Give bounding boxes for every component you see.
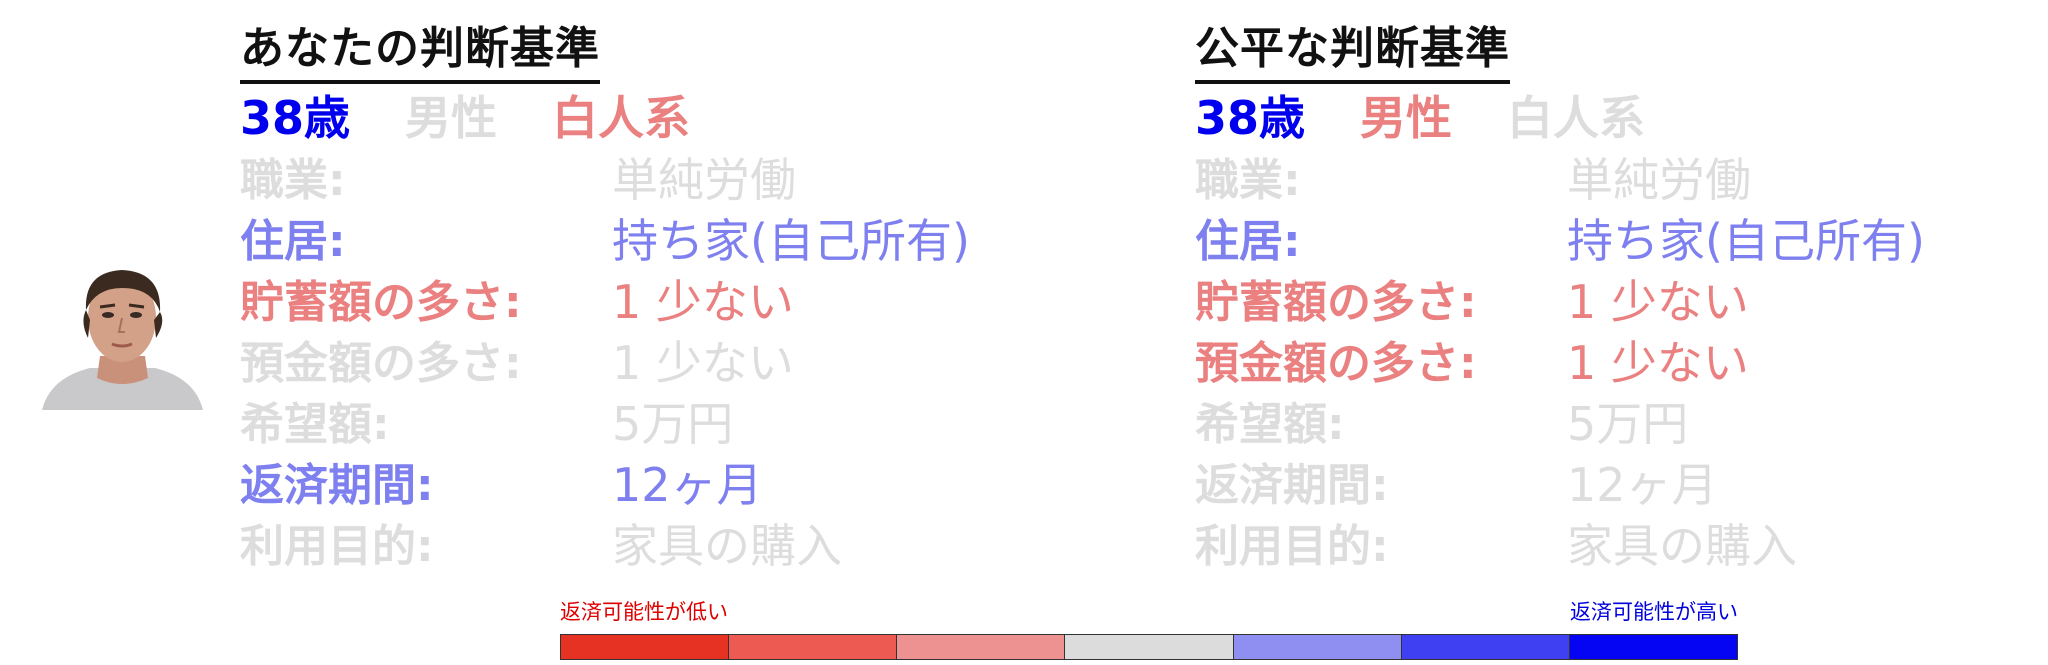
demographics: 38歳 男性 白人系	[1195, 86, 2048, 150]
attribute-value: 持ち家(自己所有)	[1567, 214, 1925, 268]
attribute-row-occupation: 職業: 単純労働	[240, 150, 1140, 211]
attribute-row-deposits: 預金額の多さ: 1 少ない	[240, 333, 1140, 394]
portrait-illustration	[42, 270, 203, 410]
attribute-row-housing: 住居: 持ち家(自己所有)	[1195, 211, 2048, 272]
attribute-row-savings: 貯蓄額の多さ: 1 少ない	[240, 272, 1140, 333]
attribute-label: 返済期間:	[1195, 460, 1389, 511]
attribute-label: 住居:	[240, 216, 346, 267]
attribute-row-occupation: 職業: 単純労働	[1195, 150, 2048, 211]
attribute-value: 1 少ない	[1567, 275, 1749, 329]
attribute-value: 家具の購入	[1567, 519, 1797, 573]
demographics: 38歳 男性 白人系	[240, 86, 1140, 150]
attribute-row-term: 返済期間: 12ヶ月	[1195, 455, 2048, 516]
attribute-label: 預金額の多さ:	[240, 338, 522, 389]
demographic-race: 白人系	[552, 91, 691, 145]
attribute-label: 希望額:	[240, 399, 390, 450]
legend-segment	[1401, 635, 1570, 659]
legend-segment	[729, 635, 898, 659]
attribute-row-purpose: 利用目的: 家具の購入	[1195, 516, 2048, 577]
attribute-value: 5万円	[612, 397, 734, 451]
legend-low-label: 返済可能性が低い	[560, 600, 728, 624]
attribute-value: 1 少ない	[1567, 336, 1749, 390]
attribute-value: 1 少ない	[612, 275, 794, 329]
attribute-label: 利用目的:	[240, 521, 434, 572]
demographic-gender: 男性	[1360, 91, 1453, 145]
attribute-value: 12ヶ月	[612, 458, 763, 512]
attribute-value: 単純労働	[1567, 153, 1751, 207]
attribute-row-purpose: 利用目的: 家具の購入	[240, 516, 1140, 577]
attribute-value: 単純労働	[612, 153, 796, 207]
panel-title: あなたの判断基準	[240, 18, 600, 84]
attribute-value: 12ヶ月	[1567, 458, 1718, 512]
attribute-label: 職業:	[240, 155, 346, 206]
attribute-value: 家具の購入	[612, 519, 842, 573]
demographic-gender: 男性	[405, 91, 498, 145]
legend-segment	[561, 635, 730, 659]
attribute-label: 利用目的:	[1195, 521, 1389, 572]
user-criteria-panel: あなたの判断基準 38歳 男性 白人系 職業: 単純労働 住居: 持ち家(自己所…	[240, 18, 1140, 577]
attribute-row-term: 返済期間: 12ヶ月	[240, 455, 1140, 516]
attribute-row-amount: 希望額: 5万円	[1195, 394, 2048, 455]
attribute-label: 職業:	[1195, 155, 1301, 206]
panel-title: 公平な判断基準	[1195, 18, 1510, 84]
attribute-row-deposits: 預金額の多さ: 1 少ない	[1195, 333, 2048, 394]
attribute-value: 1 少ない	[612, 336, 794, 390]
attribute-label: 預金額の多さ:	[1195, 338, 1477, 389]
applicant-portrait	[40, 260, 205, 410]
attribute-label: 希望額:	[1195, 399, 1345, 450]
attribute-list: 職業: 単純労働 住居: 持ち家(自己所有) 貯蓄額の多さ: 1 少ない 預金額…	[240, 150, 1140, 577]
attribute-label: 返済期間:	[240, 460, 434, 511]
attribute-value: 5万円	[1567, 397, 1689, 451]
legend-color-scale	[560, 634, 1738, 660]
attribute-list: 職業: 単純労働 住居: 持ち家(自己所有) 貯蓄額の多さ: 1 少ない 預金額…	[1195, 150, 2048, 577]
attribute-row-savings: 貯蓄額の多さ: 1 少ない	[1195, 272, 2048, 333]
attribute-label: 住居:	[1195, 216, 1301, 267]
attribute-row-housing: 住居: 持ち家(自己所有)	[240, 211, 1140, 272]
fair-criteria-panel: 公平な判断基準 38歳 男性 白人系 職業: 単純労働 住居: 持ち家(自己所有…	[1195, 18, 2048, 577]
legend-segment	[1233, 635, 1402, 659]
legend-segment	[897, 635, 1066, 659]
demographic-age: 38歳	[240, 91, 351, 145]
attribute-value: 持ち家(自己所有)	[612, 214, 970, 268]
attribute-label: 貯蓄額の多さ:	[240, 277, 522, 328]
demographic-race: 白人系	[1507, 91, 1646, 145]
legend-segment	[1569, 635, 1737, 659]
attribute-row-amount: 希望額: 5万円	[240, 394, 1140, 455]
attribute-label: 貯蓄額の多さ:	[1195, 277, 1477, 328]
legend-high-label: 返済可能性が高い	[1570, 600, 1738, 624]
legend-segment	[1065, 635, 1234, 659]
demographic-age: 38歳	[1195, 91, 1306, 145]
